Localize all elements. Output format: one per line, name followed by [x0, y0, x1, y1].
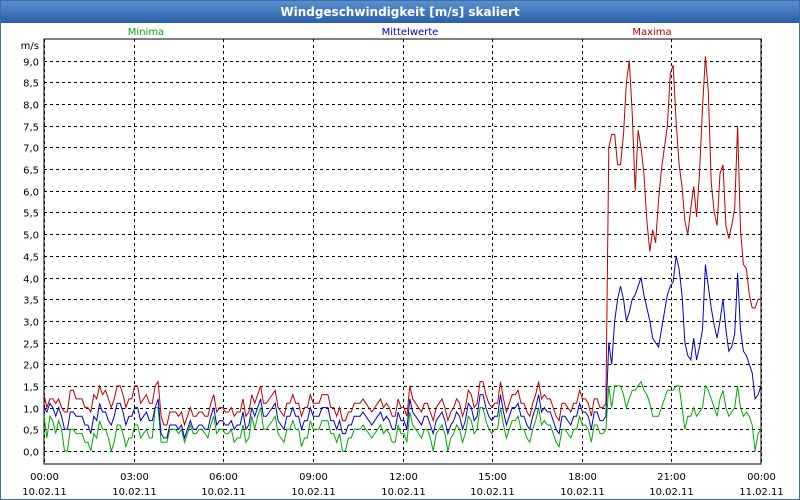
chart-svg: 0,0 0,5 1,0 1,5 2,0 2,5 3,0 3,5 4,0 4,5 5,0 5,5 6,0 6…	[21, 27, 784, 498]
y-tick-label: 0,0	[23, 448, 39, 459]
y-tick-label: 4,5	[23, 253, 39, 264]
x-tick-time: 12:00	[389, 472, 418, 483]
y-tick-label: 7,0	[23, 144, 39, 155]
y-tick-label: 6,5	[23, 166, 39, 177]
y-axis-unit: m/s	[21, 41, 39, 52]
chart-window: 0,0 0,5 1,0 1,5 2,0 2,5 3,0 3,5 4,0 4,5 5,0 5,5 6,0 6…	[0, 0, 800, 500]
series-line-maxima	[43, 56, 761, 427]
x-tick-time: 15:00	[478, 472, 507, 483]
x-tick-date: 10.02.11	[381, 487, 426, 498]
x-tick-date: 10.02.11	[560, 487, 605, 498]
x-tick-time: 00:00	[30, 472, 59, 483]
y-tick-label: 4,0	[23, 275, 39, 286]
window-title: Windgeschwindigkeit [m/s] skaliert	[1, 1, 799, 23]
series-lines	[43, 56, 762, 453]
plot-area	[43, 38, 762, 465]
y-axis-labels: 0,0 0,5 1,0 1,5 2,0 2,5 3,0 3,5 4,0 4,5 5,0 5,5 6,0 6…	[23, 58, 39, 459]
y-tick-label: 8,5	[23, 79, 39, 90]
x-tick-date: 10.02.11	[112, 487, 157, 498]
x-tick-date: 10.02.11	[291, 487, 336, 498]
x-tick-time: 03:00	[120, 472, 149, 483]
x-tick-date: 11.02.11	[739, 487, 784, 498]
y-tick-label: 8,0	[23, 101, 39, 112]
x-axis-labels: 00:00 10.02.11 03:00 10.02.11 06:00 10.02.11 0…	[22, 472, 784, 498]
x-tick-date: 10.02.11	[201, 487, 246, 498]
grid	[43, 38, 762, 465]
series-line-minima	[43, 380, 762, 453]
y-tick-label: 1,5	[23, 383, 39, 394]
x-tick-date: 10.02.11	[649, 487, 694, 498]
y-tick-label: 3,0	[23, 318, 39, 329]
y-tick-label: 2,0	[23, 361, 39, 372]
y-tick-label: 3,5	[23, 296, 39, 307]
x-tick-time: 21:00	[657, 472, 686, 483]
y-tick-label: 5,5	[23, 209, 39, 220]
y-tick-label: 6,0	[23, 188, 39, 199]
x-tick-time: 09:00	[299, 472, 328, 483]
y-tick-label: 9,0	[23, 58, 39, 69]
y-tick-label: 0,5	[23, 426, 39, 437]
y-tick-label: 7,5	[23, 123, 39, 134]
series-line-mittelwerte	[43, 255, 762, 440]
x-tick-time: 06:00	[209, 472, 238, 483]
x-tick-time: 00:00	[747, 472, 776, 483]
x-tick-date: 10.02.11	[470, 487, 515, 498]
y-tick-label: 2,5	[23, 340, 39, 351]
x-tick-time: 18:00	[568, 472, 597, 483]
legend-mittelwerte: Mittelwerte	[382, 27, 439, 38]
legend-maxima: Maxima	[632, 27, 671, 38]
y-tick-label: 1,0	[23, 405, 39, 416]
y-tick-label: 5,0	[23, 231, 39, 242]
x-tick-date: 10.02.11	[22, 487, 67, 498]
legend-minima: Minima	[128, 27, 164, 38]
